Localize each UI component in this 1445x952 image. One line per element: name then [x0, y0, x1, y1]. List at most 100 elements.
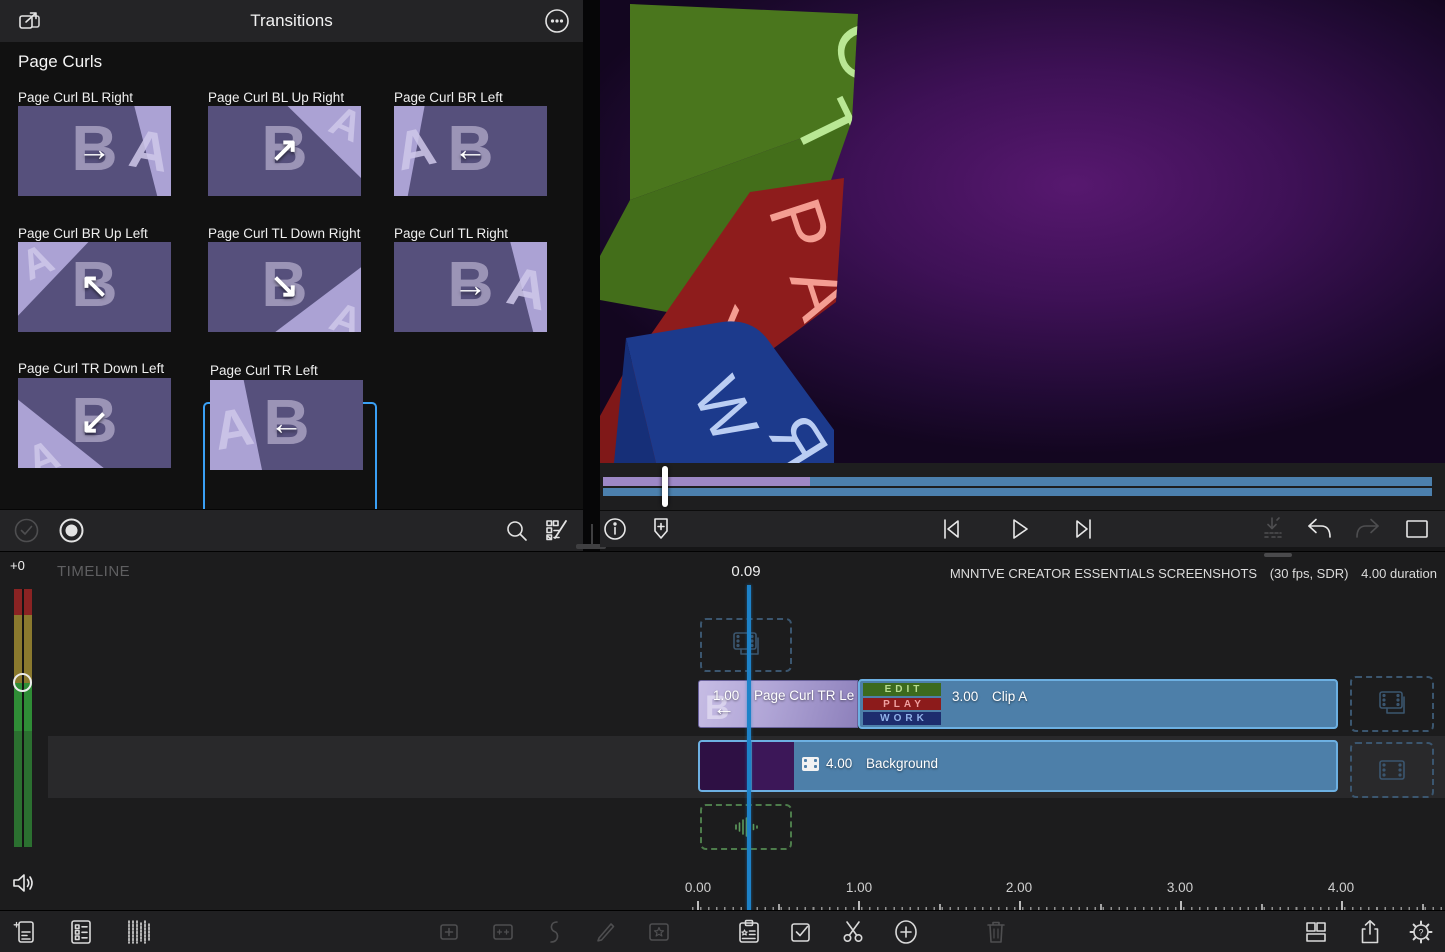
delete-clip-button[interactable]: [983, 918, 1009, 946]
section-title: Page Curls: [18, 52, 102, 72]
timeline-playhead[interactable]: [747, 585, 751, 911]
ruler-label-0: 0.00: [685, 880, 711, 895]
preview-transition-button[interactable]: [58, 517, 85, 544]
skip-to-start-button[interactable]: [937, 515, 965, 543]
direction-arrow: ↗: [208, 130, 361, 170]
ruler-label-4: 4.00: [1328, 880, 1354, 895]
clip-info-button[interactable]: [602, 516, 628, 542]
direction-arrow: →: [18, 131, 171, 170]
scrubber-playhead[interactable]: [662, 466, 668, 507]
import-media-button[interactable]: [13, 918, 39, 946]
confirm-selection-button[interactable]: [13, 517, 40, 544]
panel-header: Transitions: [0, 0, 583, 42]
film-clips-icon: [1375, 689, 1409, 719]
double-insert-icon: [490, 919, 516, 945]
clip-name: Clip A: [992, 689, 1027, 704]
tile-label: Page Curl BR Left: [394, 90, 503, 105]
media-type-film-icon: [802, 757, 819, 771]
grab-frame-button[interactable]: [1260, 515, 1286, 543]
search-icon: [504, 518, 530, 544]
undo-button[interactable]: [1304, 516, 1334, 542]
record-circle-icon: [58, 517, 85, 544]
share-button[interactable]: [1357, 918, 1383, 946]
background-duration: 4.00: [826, 756, 852, 771]
link-clips-button[interactable]: [542, 918, 566, 946]
transition-tile-page-curl-bl-right[interactable]: A B →: [18, 106, 171, 196]
clip-attributes-button[interactable]: [736, 918, 762, 946]
add-clip-button[interactable]: [892, 918, 920, 946]
overlay-track-placeholder[interactable]: [700, 618, 792, 672]
settings-button[interactable]: ?: [1407, 918, 1435, 946]
pencil-icon: [592, 919, 618, 945]
time-ruler[interactable]: [692, 900, 1445, 910]
overwrite-clip-button[interactable]: [490, 919, 516, 945]
undo-icon: [1304, 516, 1334, 542]
effects-button[interactable]: [646, 919, 672, 945]
tile-label: Page Curl BL Right: [18, 90, 133, 105]
transition-tile-page-curl-br-left[interactable]: A B ←: [394, 106, 547, 196]
edit-clip-button[interactable]: [592, 919, 618, 945]
add-marker-button[interactable]: [649, 516, 673, 542]
audio-tracks-button[interactable]: [124, 918, 154, 946]
popout-panel-button[interactable]: [12, 7, 48, 35]
transition-tile-page-curl-bl-up-right[interactable]: A B ↗: [208, 106, 361, 196]
redo-button[interactable]: [1353, 516, 1383, 542]
search-button[interactable]: [504, 518, 530, 544]
timeline-resize-handle[interactable]: [1264, 553, 1292, 557]
audio-track-placeholder[interactable]: [700, 804, 792, 850]
background-thumb-2: [752, 742, 794, 790]
layout-button[interactable]: [1302, 919, 1330, 945]
trash-icon: [983, 918, 1009, 946]
storyboard-button[interactable]: [68, 918, 94, 946]
skip-to-end-button[interactable]: [1070, 515, 1098, 543]
info-icon: [602, 516, 628, 542]
transition-name: Page Curl TR Le: [754, 688, 854, 703]
project-format: (30 fps, SDR): [1270, 566, 1349, 581]
transition-tile-page-curl-br-up-left[interactable]: A B ↖: [18, 242, 171, 332]
timeline-clip-a[interactable]: EDIT PLAY WORK 3.00 Clip A: [858, 679, 1338, 729]
transition-tile-page-curl-tr-down-left[interactable]: A B ↙: [18, 378, 171, 468]
fullscreen-button[interactable]: [1403, 517, 1431, 541]
timeline-panel-label: TIMELINE: [57, 563, 130, 580]
audio-level-meter[interactable]: [14, 589, 32, 847]
ruler-label-1: 1.00: [846, 880, 872, 895]
scrubber-track-bottom: [603, 488, 1432, 496]
clipboard-star-icon: [736, 918, 762, 946]
timeline-background-clip[interactable]: 4.00 Background: [698, 740, 1338, 792]
background-thumb-1: [700, 742, 750, 790]
tile-label: Page Curl TL Down Right: [208, 226, 360, 241]
speaker-icon: [10, 870, 38, 896]
play-button[interactable]: [1005, 515, 1033, 543]
storyboard-icon: [68, 918, 94, 946]
preview-scrubber[interactable]: [600, 463, 1445, 510]
tile-label: Page Curl TR Down Left: [18, 361, 164, 376]
track-levels-icon: [124, 918, 154, 946]
panel-footer: [0, 509, 583, 551]
ruler-label-3: 3.00: [1167, 880, 1193, 895]
insert-clip-button[interactable]: [436, 919, 462, 945]
tile-label: Page Curl TR Left: [210, 363, 318, 378]
checkbox-icon: [788, 919, 814, 945]
divider-grip: [591, 524, 593, 546]
select-clips-button[interactable]: [788, 919, 814, 945]
panel-divider[interactable]: [583, 0, 600, 551]
background-name: Background: [866, 756, 938, 771]
volume-knob[interactable]: [13, 673, 32, 692]
preset-list-button[interactable]: [543, 518, 571, 544]
transition-tile-page-curl-tr-left[interactable]: A B ←: [210, 380, 363, 470]
background-track-placeholder[interactable]: [1350, 742, 1434, 798]
mute-button[interactable]: [10, 870, 38, 896]
main-track-placeholder[interactable]: [1350, 676, 1434, 732]
direction-arrow: ←: [210, 405, 363, 444]
transition-tile-page-curl-tl-right[interactable]: A B →: [394, 242, 547, 332]
skip-forward-icon: [1070, 515, 1098, 543]
panel-menu-button[interactable]: [543, 8, 571, 34]
video-preview[interactable]: T I C P A Y A W R: [600, 0, 1445, 463]
panel-title: Transitions: [0, 0, 583, 42]
direction-arrow: ↘: [208, 266, 361, 306]
transition-tile-page-curl-tl-down-right[interactable]: A B ↘: [208, 242, 361, 332]
split-clip-button[interactable]: [839, 918, 867, 946]
check-circle-icon: [13, 517, 40, 544]
direction-arrow: ←: [394, 131, 547, 170]
timeline-transition-clip[interactable]: B ← 1.00 Page Curl TR Le: [698, 680, 858, 728]
